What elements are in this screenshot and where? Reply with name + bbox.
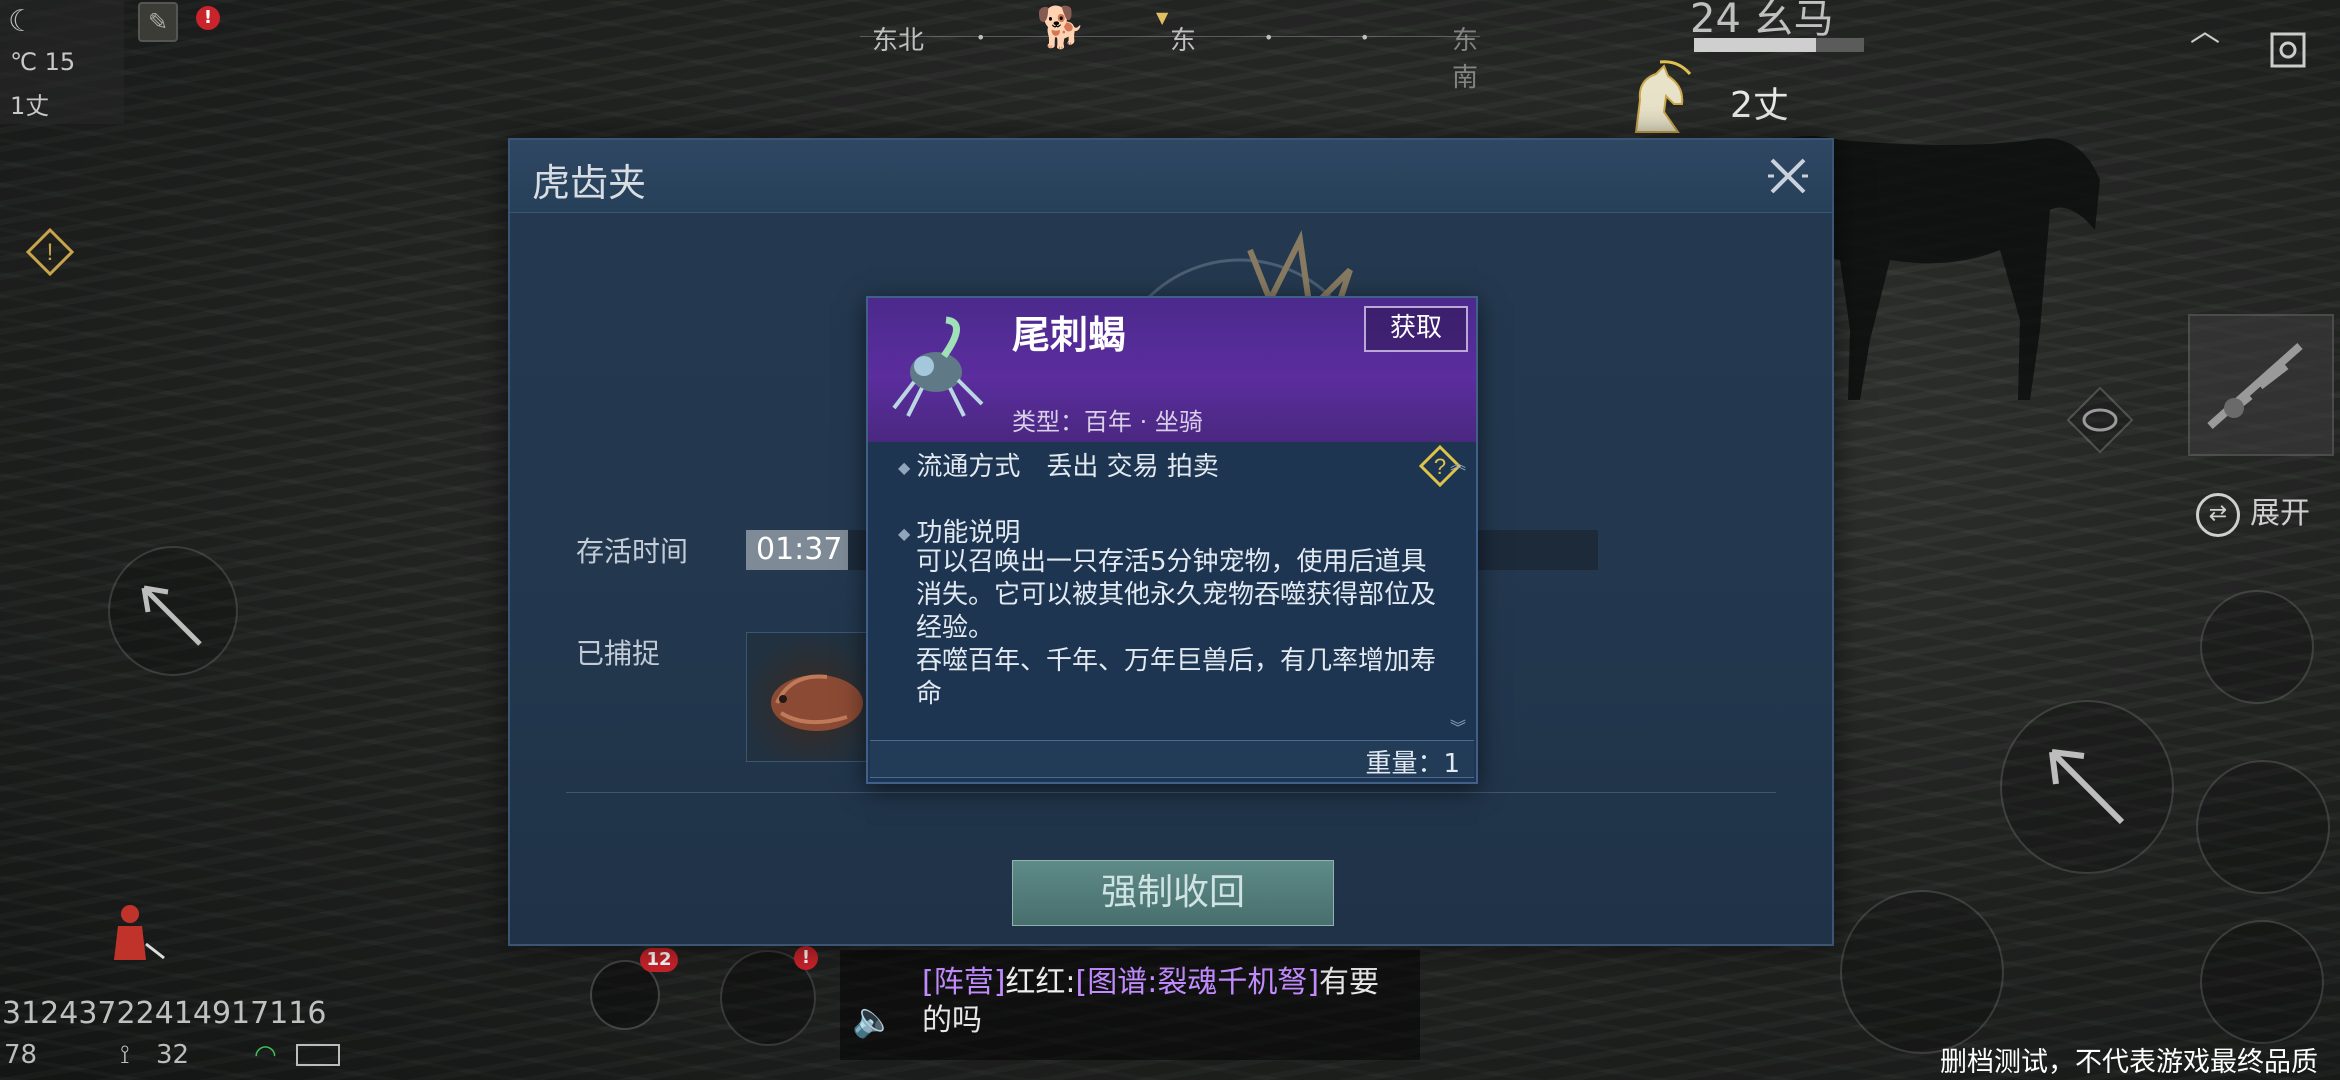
skill-dash-button[interactable] <box>2200 590 2314 704</box>
item-name: 尾刺蝎 <box>1012 313 1127 357</box>
horse-mount-icon[interactable] <box>1620 60 1700 140</box>
status-level: 78 <box>4 1040 38 1070</box>
compass-bar: 东北 • 🐕 ▼ 东 • • 东南 <box>860 5 1480 93</box>
chat-message[interactable]: [阵营]红红:[图谱:裂魂千机弩]有要的吗 <box>922 964 1402 1040</box>
svg-text:!: ! <box>47 239 54 266</box>
survival-time-value: 01:37 <box>756 532 843 567</box>
close-button[interactable] <box>1764 152 1812 200</box>
mount-distance: 2丈 <box>1730 85 1789 126</box>
chat-item-link[interactable]: [图谱:裂魂千机弩] <box>1076 965 1320 1000</box>
expand-button[interactable]: ⇄ 展开 <box>2196 488 2310 537</box>
skill-kick-button[interactable] <box>2196 760 2330 894</box>
function-description: 可以召唤出一只存活5分钟宠物，使用后道具消失。它可以被其他永久宠物吞噬获得部位及… <box>916 546 1436 711</box>
status-ping: 32 <box>156 1040 190 1070</box>
circulation-value: 丢出 交易 拍卖 <box>1046 452 1219 482</box>
wifi-icon: ◠ <box>254 1040 277 1070</box>
function-label: 功能说明 <box>916 518 1021 548</box>
battery-icon <box>296 1044 340 1066</box>
chat-channel-tag: [阵营] <box>922 965 1006 1000</box>
alert-badge: ! <box>196 6 220 30</box>
item-type: 类型：百年 · 坐骑 <box>1012 408 1203 436</box>
gyro-icon[interactable] <box>2064 384 2136 456</box>
compass-southeast: 东南 <box>1452 26 1479 93</box>
dialog-title: 虎齿夹 <box>532 161 647 205</box>
item-weight: 重量：1 <box>1365 749 1460 779</box>
temperature-readout: ℃ 15 <box>10 48 76 76</box>
warning-icon[interactable]: ! <box>24 226 76 278</box>
skill-orb-button[interactable] <box>1840 890 2004 1054</box>
weapon-slot[interactable] <box>2188 314 2334 456</box>
diamond-bullet-icon: ◆ <box>898 524 911 543</box>
bag-alert-badge: ! <box>794 946 818 970</box>
speaker-icon[interactable]: 🔈 <box>852 1000 894 1040</box>
diamond-bullet-icon: ◆ <box>898 458 911 477</box>
dodge-arrow-button[interactable] <box>108 546 238 676</box>
scorpion-thumbnail <box>892 316 984 417</box>
tooltip-header: 尾刺蝎 类型：百年 · 坐骑 获取 <box>868 298 1476 442</box>
signal-icon: ⟟ <box>120 1040 130 1070</box>
close-icon <box>1768 158 1808 194</box>
function-text: 可以召唤出一只存活5分钟宠物，使用后道具消失。它可以被其他永久宠物吞噬获得部位及… <box>916 547 1437 643</box>
attack-arrow-button[interactable] <box>2000 700 2174 874</box>
svg-text:?: ? <box>1434 454 1446 479</box>
hunger-icon[interactable]: ✎ <box>138 2 178 42</box>
chat-sender: 红红 <box>1005 965 1066 1000</box>
compass-northeast: 东北 <box>872 26 925 56</box>
altitude-readout: 1丈 <box>10 92 50 120</box>
acquire-button[interactable]: 获取 <box>1364 306 1468 352</box>
dialog-divider <box>566 792 1776 793</box>
force-recall-button[interactable]: 强制收回 <box>1012 860 1334 926</box>
collapse-up-icon[interactable]: ︿ <box>2190 6 2220 50</box>
test-watermark: 删档测试，不代表游戏最终品质 <box>1940 1047 2318 1078</box>
captured-creature-thumbnail[interactable] <box>746 632 878 762</box>
item-tooltip: 尾刺蝎 类型：百年 · 坐骑 获取 ◆ 流通方式 丢出 交易 拍卖 ? ︽ ◆ 功能说… <box>866 296 1478 784</box>
moon-icon: ☾ <box>8 4 35 39</box>
expand-icon: ⇄ <box>2196 492 2240 537</box>
skill-jump-button[interactable] <box>2200 920 2324 1044</box>
scroll-down-icon[interactable]: ︾ <box>1450 714 1466 738</box>
player-uid: 31243722414917116 <box>2 996 327 1031</box>
character-avatar-icon[interactable] <box>100 900 170 970</box>
weather-panel: ☾ ℃ 15 1丈 <box>0 0 124 124</box>
survival-time-label: 存活时间 <box>576 535 689 568</box>
scroll-up-icon[interactable]: ︽ <box>1450 450 1466 474</box>
expand-label: 展开 <box>2250 496 2310 531</box>
target-hp-bar <box>1694 38 1864 52</box>
circulation-label: 流通方式 <box>916 452 1021 482</box>
tooltip-footer: 重量：1 <box>870 740 1474 779</box>
function-text-2: 吞噬百年、千年、万年巨兽后，有几率增加寿命 <box>916 646 1437 709</box>
dog-icon: 🐕 <box>1036 5 1086 51</box>
pet-badge: 12 <box>640 948 678 972</box>
captured-label: 已捕捉 <box>576 637 661 670</box>
function-title-row: ◆ 功能说明 <box>898 512 1476 549</box>
camera-settings-icon[interactable] <box>2266 28 2310 72</box>
compass-east: 东 <box>1170 26 1197 56</box>
circulation-row: ◆ 流通方式 丢出 交易 拍卖 <box>898 446 1476 483</box>
dialog-header: 虎齿夹 <box>510 140 1832 213</box>
